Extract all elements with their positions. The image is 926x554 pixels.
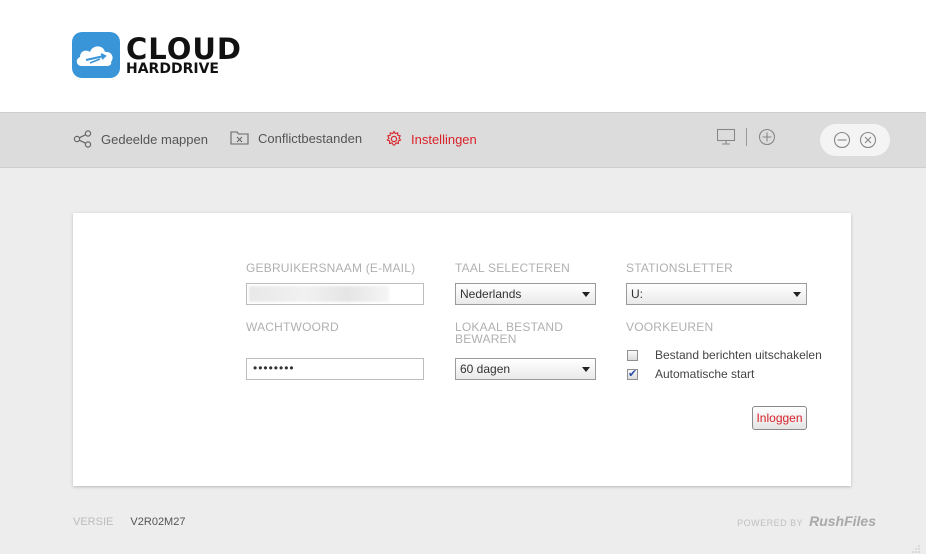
powered-by-label: POWERED BY <box>737 518 804 528</box>
chevron-down-icon <box>793 292 801 297</box>
drive-letter-label: STATIONSLETTER <box>626 261 734 275</box>
settings-panel: GEBRUIKERSNAAM (E-MAIL) WACHTWOORD •••••… <box>73 213 851 486</box>
pref-disable-notifications[interactable]: Bestand berichten uitschakelen <box>627 348 822 362</box>
password-input[interactable]: •••••••• <box>246 358 424 380</box>
logo: CLOUD HARDDRIVE <box>72 32 242 78</box>
login-button[interactable]: Inloggen <box>752 406 807 430</box>
nav-label: Gedeelde mappen <box>101 131 208 147</box>
drive-letter-value: U: <box>631 287 643 301</box>
monitor-icon[interactable] <box>716 128 736 146</box>
keep-files-select[interactable]: 60 dagen <box>455 358 596 380</box>
logo-title: CLOUD <box>126 31 243 66</box>
resize-grip-icon[interactable] <box>912 540 920 553</box>
language-label: TAAL SELECTEREN <box>455 261 571 275</box>
chevron-down-icon <box>582 292 590 297</box>
redacted-email <box>249 286 389 302</box>
nav-label: Instellingen <box>411 131 477 147</box>
minimize-icon[interactable] <box>832 130 852 150</box>
checkbox[interactable] <box>627 349 638 361</box>
chevron-down-icon <box>582 367 590 372</box>
nav-separator <box>746 128 747 146</box>
pref-auto-start[interactable]: Automatische start <box>627 367 754 381</box>
app-header: CLOUD HARDDRIVE <box>0 0 926 112</box>
language-select[interactable]: Nederlands <box>455 283 596 305</box>
pref-label: Bestand berichten uitschakelen <box>655 348 822 362</box>
conflict-icon <box>230 130 250 146</box>
nav-shared-folders[interactable]: Gedeelde mappen <box>73 130 208 148</box>
pref-label: Automatische start <box>655 367 755 381</box>
nav-actions <box>716 127 777 147</box>
username-input[interactable] <box>246 283 424 305</box>
preferences-label: VOORKEUREN <box>626 320 714 334</box>
keep-files-value: 60 dagen <box>460 362 511 376</box>
version-label: VERSIE <box>73 516 114 528</box>
cloud-logo-icon <box>72 32 120 78</box>
powered-by: POWERED BY RushFiles <box>737 513 876 529</box>
nav-conflict-files[interactable]: Conflictbestanden <box>230 130 362 146</box>
language-value: Nederlands <box>460 287 522 301</box>
username-label: GEBRUIKERSNAAM (E-MAIL) <box>246 261 416 275</box>
password-label: WACHTWOORD <box>246 320 339 334</box>
version-value: V2R02M27 <box>130 516 186 528</box>
nav-settings[interactable]: Instellingen <box>385 130 477 148</box>
nav-bar: Gedeelde mappen Conflictbestanden Instel… <box>0 112 926 168</box>
rushfiles-logo: RushFiles <box>809 513 876 529</box>
drive-letter-select[interactable]: U: <box>626 283 807 305</box>
plus-circle-icon[interactable] <box>757 127 777 147</box>
version-info: VERSIE V2R02M27 <box>73 516 185 528</box>
password-value: •••••••• <box>253 361 295 375</box>
nav-label: Conflictbestanden <box>258 130 363 146</box>
gear-icon <box>385 130 403 148</box>
checkbox-checked[interactable] <box>627 367 638 380</box>
window-controls <box>820 124 890 156</box>
close-icon[interactable] <box>858 130 878 150</box>
keep-files-label: LOKAAL BESTAND BEWAREN <box>455 320 564 346</box>
share-icon <box>73 130 93 148</box>
